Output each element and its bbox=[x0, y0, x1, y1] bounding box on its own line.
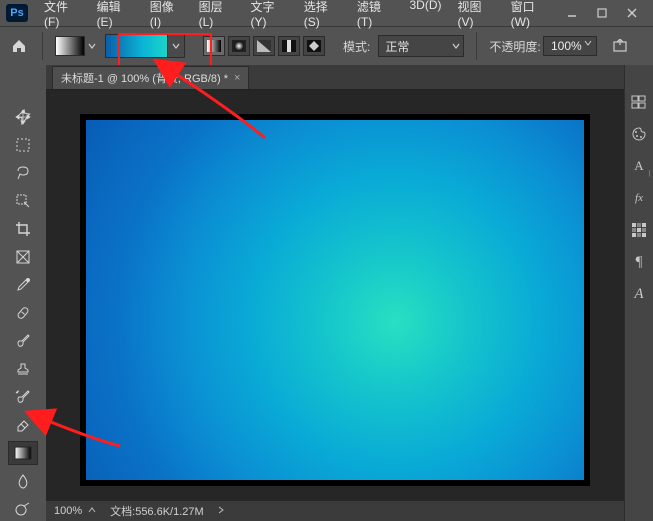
gradient-dropdown[interactable] bbox=[167, 35, 184, 57]
canvas[interactable] bbox=[86, 120, 584, 480]
radial-gradient-button[interactable] bbox=[228, 36, 250, 56]
canvas-border bbox=[80, 114, 590, 486]
gradient-picker[interactable] bbox=[105, 34, 185, 58]
tab-close-icon[interactable]: × bbox=[234, 72, 240, 84]
angle-gradient-button[interactable] bbox=[253, 36, 275, 56]
gradient-style-group bbox=[203, 36, 325, 56]
gradient-tool[interactable] bbox=[8, 441, 38, 465]
menu-view[interactable]: 视图(V) bbox=[451, 0, 500, 31]
separator bbox=[42, 32, 43, 60]
quick-select-tool[interactable] bbox=[8, 189, 38, 213]
eyedropper-tool[interactable] bbox=[8, 273, 38, 297]
home-icon[interactable] bbox=[8, 36, 30, 56]
lasso-tool[interactable] bbox=[8, 161, 38, 185]
styles-panel-icon[interactable]: fx bbox=[630, 189, 648, 207]
zoom-dropdown-icon[interactable] bbox=[88, 505, 96, 517]
status-bar: 100% 文档:556.6K/1.27M bbox=[46, 501, 624, 521]
stamp-tool[interactable] bbox=[8, 357, 38, 381]
doc-info[interactable]: 文档:556.6K/1.27M bbox=[110, 503, 204, 519]
zoom-value[interactable]: 100% bbox=[54, 505, 82, 517]
opacity-value: 100% bbox=[546, 39, 584, 53]
opacity-label: 不透明度: bbox=[489, 38, 540, 55]
opacity-control: 不透明度: 100% bbox=[489, 36, 596, 56]
right-panel-strip: A| fx ¶ A bbox=[624, 65, 653, 521]
opacity-input[interactable]: 100% bbox=[543, 36, 597, 56]
tools-panel bbox=[0, 65, 46, 521]
menu-image[interactable]: 图像(I) bbox=[144, 0, 189, 31]
diamond-gradient-button[interactable] bbox=[303, 36, 325, 56]
crop-tool[interactable] bbox=[8, 217, 38, 241]
menu-filter[interactable]: 滤镜(T) bbox=[351, 0, 400, 31]
history-brush-tool[interactable] bbox=[8, 385, 38, 409]
document-area: 未标题-1 @ 100% (背景, RGB/8) * × 100% 文档:556… bbox=[46, 65, 624, 521]
linear-gradient-button[interactable] bbox=[203, 36, 225, 56]
mode-value: 正常 bbox=[385, 38, 409, 55]
chevron-down-icon bbox=[451, 37, 461, 55]
document-tabbar: 未标题-1 @ 100% (背景, RGB/8) * × bbox=[46, 65, 624, 90]
mode-select[interactable]: 正常 bbox=[378, 35, 464, 57]
frame-tool[interactable] bbox=[8, 245, 38, 269]
docinfo-dropdown-icon[interactable] bbox=[218, 505, 224, 518]
blur-tool[interactable] bbox=[8, 469, 38, 493]
reflected-gradient-button[interactable] bbox=[278, 36, 300, 56]
document-tab[interactable]: 未标题-1 @ 100% (背景, RGB/8) * × bbox=[52, 66, 249, 89]
minimize-button[interactable] bbox=[557, 3, 587, 23]
chevron-down-icon bbox=[87, 37, 97, 55]
options-bar: 模式: 正常 不透明度: 100% bbox=[0, 27, 653, 66]
dodge-tool[interactable] bbox=[8, 497, 38, 521]
titlebar: Ps 文件(F) 编辑(E) 图像(I) 图层(L) 文字(Y) 选择(S) 滤… bbox=[0, 0, 653, 27]
app-badge: Ps bbox=[6, 4, 28, 22]
glyphs-panel-icon[interactable]: A bbox=[630, 285, 648, 303]
menu-layer[interactable]: 图层(L) bbox=[193, 0, 241, 31]
preset-swatch-icon bbox=[55, 36, 85, 56]
canvas-viewport[interactable]: 100% 文档:556.6K/1.27M bbox=[46, 90, 624, 521]
mode-label: 模式: bbox=[343, 38, 370, 55]
move-tool[interactable] bbox=[8, 105, 38, 129]
scrubby-icon bbox=[584, 39, 594, 53]
menu-file[interactable]: 文件(F) bbox=[38, 0, 87, 31]
tool-preset[interactable] bbox=[55, 36, 97, 56]
history-panel-icon[interactable] bbox=[630, 93, 648, 111]
heal-tool[interactable] bbox=[8, 301, 38, 325]
menu-edit[interactable]: 编辑(E) bbox=[91, 0, 140, 31]
character-panel-icon[interactable]: A| bbox=[630, 157, 648, 175]
menu-window[interactable]: 窗口(W) bbox=[505, 0, 557, 31]
window-controls bbox=[557, 3, 647, 23]
close-button[interactable] bbox=[617, 3, 647, 23]
eraser-tool[interactable] bbox=[8, 413, 38, 437]
menu-type[interactable]: 文字(Y) bbox=[245, 0, 294, 31]
menubar: 文件(F) 编辑(E) 图像(I) 图层(L) 文字(Y) 选择(S) 滤镜(T… bbox=[38, 0, 557, 31]
menu-3d[interactable]: 3D(D) bbox=[403, 0, 447, 31]
gradient-swatch bbox=[106, 35, 167, 57]
marquee-tool[interactable] bbox=[8, 133, 38, 157]
separator bbox=[476, 32, 477, 60]
paragraph-panel-icon[interactable]: ¶ bbox=[630, 253, 648, 271]
maximize-button[interactable] bbox=[587, 3, 617, 23]
swatches-panel-icon[interactable] bbox=[630, 221, 648, 239]
share-icon[interactable] bbox=[609, 36, 631, 56]
color-panel-icon[interactable] bbox=[630, 125, 648, 143]
body: 未标题-1 @ 100% (背景, RGB/8) * × 100% 文档:556… bbox=[0, 65, 653, 521]
brush-tool[interactable] bbox=[8, 329, 38, 353]
document-tab-title: 未标题-1 @ 100% (背景, RGB/8) * bbox=[61, 70, 228, 86]
app-window: Ps 文件(F) 编辑(E) 图像(I) 图层(L) 文字(Y) 选择(S) 滤… bbox=[0, 0, 653, 521]
menu-select[interactable]: 选择(S) bbox=[298, 0, 347, 31]
